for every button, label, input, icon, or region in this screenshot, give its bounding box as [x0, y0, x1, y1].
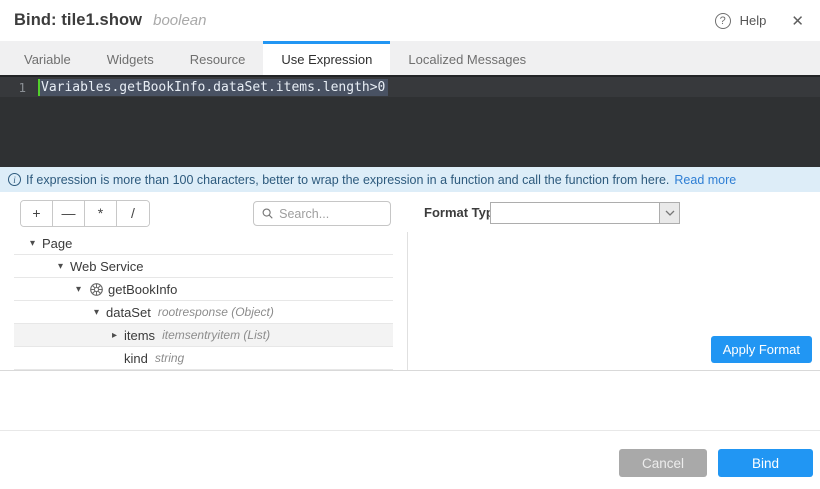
info-icon: i — [8, 173, 21, 186]
chevron-down-icon[interactable]: ▾ — [94, 307, 106, 318]
dialog-title: Bind: tile1.show — [14, 11, 142, 30]
search-icon — [262, 207, 273, 220]
footer-buttons: Cancel Bind — [619, 449, 813, 477]
chevron-down-icon[interactable]: ▾ — [76, 284, 88, 295]
tree-item-getbookinfo[interactable]: ▾ getBookInfo — [14, 278, 393, 301]
tree-item-items[interactable]: ▸ items itemsentryitem (List) — [14, 324, 393, 347]
tab-localized-messages[interactable]: Localized Messages — [390, 41, 544, 75]
bind-button[interactable]: Bind — [718, 449, 813, 477]
web-service-icon — [89, 282, 104, 297]
operator-button-group: + — * / — [20, 200, 150, 227]
variable-tree: ▾ Page ▾ Web Service ▾ — [0, 232, 408, 370]
help-link[interactable]: Help — [740, 13, 767, 28]
tree-item-type: string — [155, 351, 184, 365]
close-icon[interactable]: ✕ — [791, 12, 804, 30]
help-icon[interactable]: ? — [715, 13, 731, 29]
format-type-select[interactable] — [490, 202, 680, 224]
content-area: ▾ Page ▾ Web Service ▾ — [0, 232, 820, 371]
tab-bar: Variable Widgets Resource Use Expression… — [0, 41, 820, 75]
tab-use-expression[interactable]: Use Expression — [263, 41, 390, 75]
tree-item-dataset[interactable]: ▾ dataSet rootresponse (Object) — [14, 301, 393, 324]
tree-item-label: getBookInfo — [108, 282, 177, 297]
chevron-down-icon — [665, 210, 675, 216]
tree-item-page[interactable]: ▾ Page — [14, 232, 393, 255]
search-box[interactable] — [253, 201, 391, 226]
plus-operator-button[interactable]: + — [21, 201, 53, 226]
minus-operator-button[interactable]: — — [53, 201, 85, 226]
tree-item-label: Web Service — [70, 259, 143, 274]
header-actions: ? Help ✕ — [715, 12, 804, 30]
line-number: 1 — [0, 80, 38, 95]
tab-variable[interactable]: Variable — [6, 41, 89, 75]
tab-widgets[interactable]: Widgets — [89, 41, 172, 75]
editor-active-line: 1 Variables.getBookInfo.dataSet.items.le… — [0, 77, 820, 97]
tree-item-label: kind — [124, 351, 148, 366]
multiply-operator-button[interactable]: * — [85, 201, 117, 226]
selected-expression[interactable]: Variables.getBookInfo.dataSet.items.leng… — [38, 79, 388, 96]
tree-item-label: Page — [42, 236, 72, 251]
tree-item-web-service[interactable]: ▾ Web Service — [14, 255, 393, 278]
read-more-link[interactable]: Read more — [674, 173, 736, 187]
info-bar: i If expression is more than 100 charact… — [0, 167, 820, 192]
tree-item-label: items — [124, 328, 155, 343]
cancel-button[interactable]: Cancel — [619, 449, 707, 477]
search-input[interactable] — [279, 207, 382, 221]
dialog-header: Bind: tile1.show boolean ? Help ✕ — [0, 0, 820, 41]
format-panel: Apply Format — [408, 232, 820, 370]
toolbar-row: + — * / Format Type — [0, 192, 820, 232]
dialog-footer: Cancel Bind — [0, 430, 820, 489]
info-message: If expression is more than 100 character… — [26, 173, 669, 187]
bind-dialog: Bind: tile1.show boolean ? Help ✕ Variab… — [0, 0, 820, 489]
apply-format-button[interactable]: Apply Format — [711, 336, 812, 363]
tree-item-kind[interactable]: kind string — [14, 347, 393, 370]
chevron-right-icon[interactable]: ▸ — [112, 330, 124, 341]
tab-resource[interactable]: Resource — [172, 41, 264, 75]
select-chevron-box[interactable] — [659, 203, 679, 223]
expression-editor[interactable]: 1 Variables.getBookInfo.dataSet.items.le… — [0, 75, 820, 167]
divide-operator-button[interactable]: / — [117, 201, 149, 226]
tree-item-type: rootresponse (Object) — [158, 305, 274, 319]
bind-type-label: boolean — [153, 12, 206, 29]
tree-item-type: itemsentryitem (List) — [162, 328, 270, 342]
format-type-value — [491, 203, 659, 223]
tree-item-label: dataSet — [106, 305, 151, 320]
expression-text[interactable]: Variables.getBookInfo.dataSet.items.leng… — [38, 80, 388, 95]
chevron-down-icon[interactable]: ▾ — [58, 261, 70, 272]
chevron-down-icon[interactable]: ▾ — [30, 238, 42, 249]
